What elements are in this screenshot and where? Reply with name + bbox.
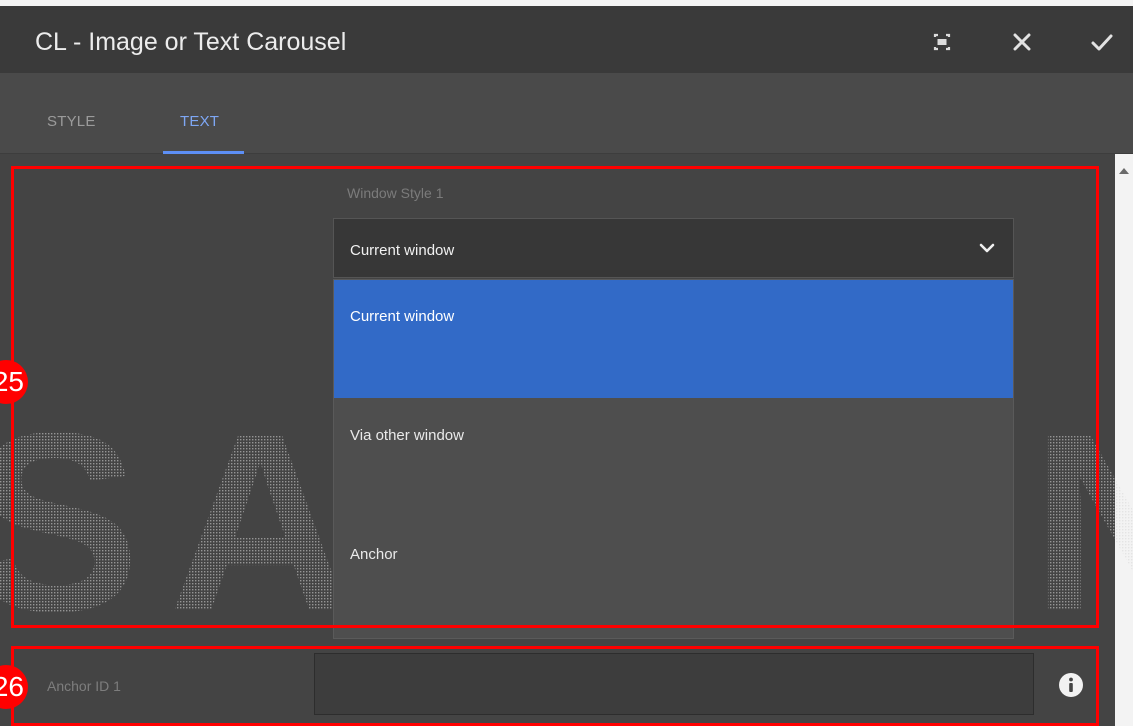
check-icon[interactable] [1088,28,1116,56]
annotation-box-26 [11,646,1099,726]
tab-text[interactable]: TEXT [180,113,219,130]
annotation-box-25 [11,166,1099,628]
dialog-tabs: STYLE TEXT [0,73,1133,155]
close-icon[interactable] [1008,28,1036,56]
vertical-scrollbar[interactable] [1115,154,1133,726]
dialog-titlebar: CL - Image or Text Carousel [0,6,1133,79]
dialog-title: CL - Image or Text Carousel [35,28,347,56]
fullscreen-icon[interactable] [928,28,956,56]
scroll-up-arrow-icon[interactable] [1119,168,1129,174]
tab-style[interactable]: STYLE [47,113,96,130]
